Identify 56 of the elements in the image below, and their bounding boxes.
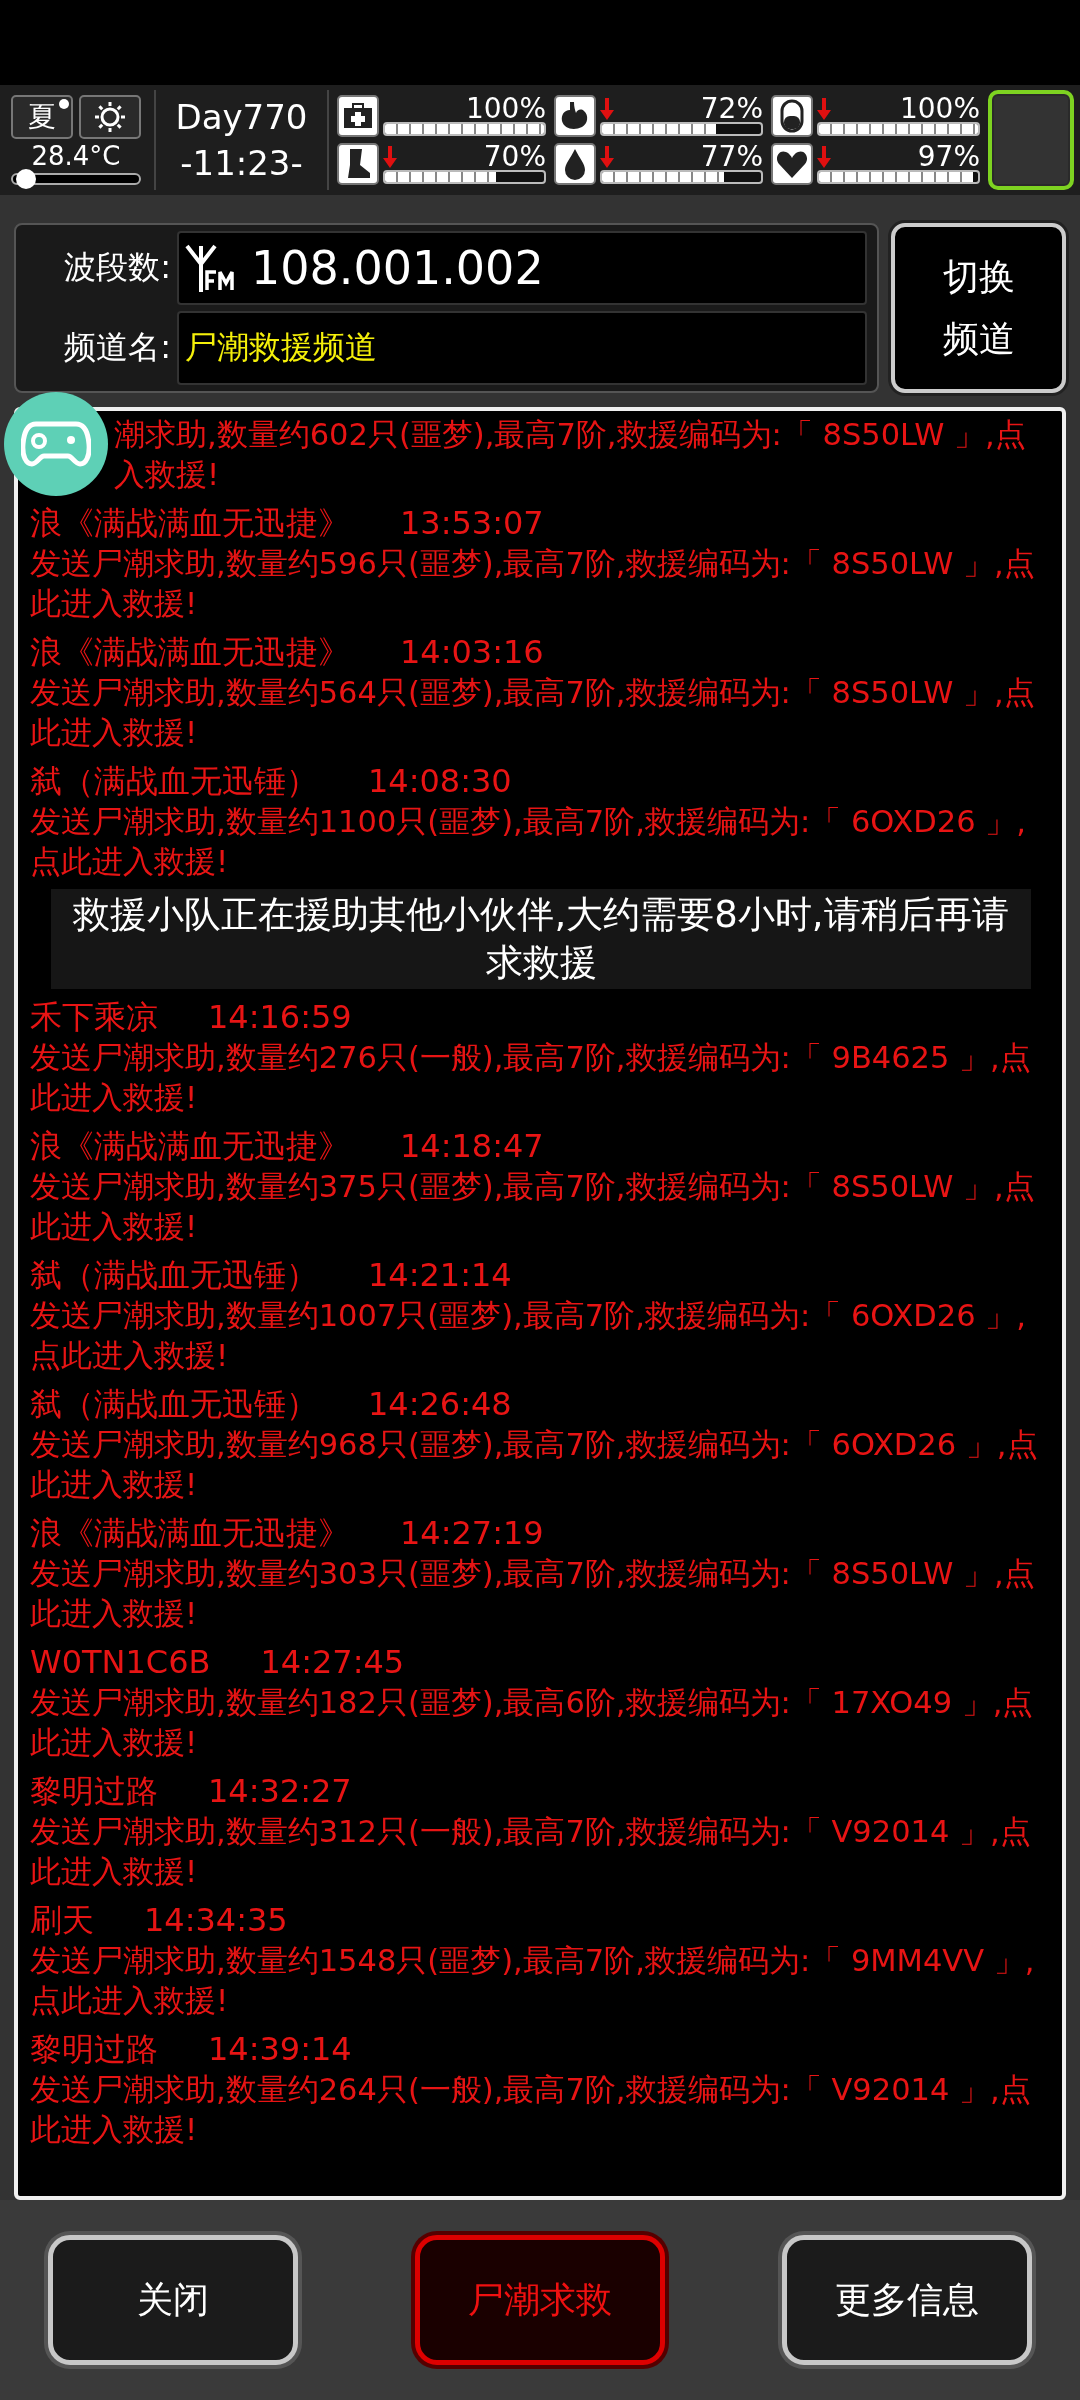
message-text[interactable]: 发送尸潮求助,数量约1100只(噩梦),最高7阶,救援编码为:「 6OXD26 」,点此进入救援! bbox=[30, 802, 1052, 882]
sender-name: 禾下乘凉 bbox=[30, 997, 158, 1038]
summer-season-icon: 夏 bbox=[11, 95, 73, 139]
sun-icon bbox=[92, 99, 128, 135]
message-text[interactable]: 发送尸潮求助,数量约1007只(噩梦),最高7阶,救援编码为:「 6OXD26 」,点此进入救援! bbox=[30, 1296, 1052, 1376]
sender-name: 浪《满战满血无迅捷》 bbox=[30, 1513, 350, 1554]
sender-name: W0TN1C6B bbox=[30, 1642, 211, 1683]
sender-name: 黎明过路 bbox=[30, 2029, 158, 2070]
message-text[interactable]: 发送尸潮求助,数量约968只(噩梦),最高7阶,救援编码为:「 6OXD26 」,点此进入救援! bbox=[30, 1425, 1052, 1505]
message-time: 14:21:14 bbox=[368, 1255, 512, 1296]
message-text[interactable]: 发送尸潮求助,数量约303只(噩梦),最高7阶,救援编码为:「 8S50LW 」,点此进入救援! bbox=[30, 1554, 1052, 1634]
clock-time: -11:23- bbox=[180, 142, 303, 185]
temperature-text: 28.4°C bbox=[31, 141, 121, 171]
stat-percent: 72% bbox=[700, 95, 763, 123]
switch-channel-button[interactable]: 切换 频道 bbox=[891, 223, 1066, 393]
sender-name: 浪《满战满血无迅捷》 bbox=[30, 632, 350, 673]
sender-name: 弑（满战血无迅锤） bbox=[30, 1255, 318, 1296]
message-text[interactable]: 发送尸潮求助,数量约375只(噩梦),最高7阶,救援编码为:「 8S50LW 」,点此进入救援! bbox=[30, 1167, 1052, 1247]
sender-name: 浪《满战满血无迅捷》 bbox=[30, 1126, 350, 1167]
message-text[interactable]: 入救援! bbox=[114, 455, 1052, 495]
message-text[interactable]: 发送尸潮求助,数量约182只(噩梦),最高6阶,救援编码为:「 17XO49 」,点此进入救援! bbox=[30, 1683, 1052, 1763]
message-time: 14:27:19 bbox=[400, 1513, 544, 1554]
message-text[interactable]: 发送尸潮求助,数量约596只(噩梦),最高7阶,救援编码为:「 8S50LW 」,点此进入救援! bbox=[30, 544, 1052, 624]
message-time: 14:03:16 bbox=[400, 632, 544, 673]
message-time: 14:32:27 bbox=[208, 1771, 352, 1812]
empty-slot[interactable] bbox=[988, 90, 1074, 190]
stat-percent: 77% bbox=[700, 143, 763, 171]
message-time: 14:26:48 bbox=[368, 1384, 512, 1425]
stat-percent: 97% bbox=[917, 143, 980, 171]
message-text[interactable]: 潮求助,数量约602只(噩梦),最高7阶,救援编码为:「 8S50LW 」,点 bbox=[114, 415, 1052, 455]
message-text[interactable]: 发送尸潮求助,数量约312只(一般),最高7阶,救援编码为:「 V92014 」,点此进入救援! bbox=[30, 1812, 1052, 1892]
message-time: 14:08:30 bbox=[368, 761, 512, 802]
channel-name: 尸潮救援频道 bbox=[185, 327, 377, 368]
sender-name: 弑（满战血无迅锤） bbox=[30, 1384, 318, 1425]
message-text[interactable]: 发送尸潮求助,数量约564只(噩梦),最高7阶,救援编码为:「 8S50LW 」,点此进入救援! bbox=[30, 673, 1052, 753]
message-time: 14:27:45 bbox=[260, 1642, 405, 1683]
message-time: 14:18:47 bbox=[400, 1126, 544, 1167]
message-text[interactable]: 发送尸潮求助,数量约1548只(噩梦),最高7阶,救援编码为:「 9MM4VV 」,点此进入救援! bbox=[30, 1941, 1052, 2021]
sender-name: 黎明过路 bbox=[30, 1771, 158, 1812]
message-time: 14:39:14 bbox=[208, 2029, 352, 2070]
message-text[interactable]: 发送尸潮求助,数量约276只(一般),最高7阶,救援编码为:「 9B4625 」,点此进入救援! bbox=[30, 1038, 1052, 1118]
message-text[interactable]: 发送尸潮求助,数量约264只(一般),最高7阶,救援编码为:「 V92014 」,点此进入救援! bbox=[30, 2070, 1052, 2150]
message-time: 14:34:35 bbox=[144, 1900, 288, 1941]
day-counter: Day770 bbox=[175, 96, 308, 139]
stat-percent: 100% bbox=[899, 95, 980, 123]
frequency-value: 108.001.002 bbox=[251, 241, 544, 295]
stat-percent: 70% bbox=[483, 143, 546, 171]
message-time: 14:16:59 bbox=[208, 997, 352, 1038]
channel-label: 频道名: bbox=[63, 327, 171, 368]
message-time: 13:53:07 bbox=[400, 503, 544, 544]
sender-name: 弑（满战血无迅锤） bbox=[30, 761, 318, 802]
stat-percent: 100% bbox=[465, 95, 546, 123]
toast-message: 救援小队正在援助其他小伙伴,大约需要8小时,请稍后再请求救援 bbox=[51, 889, 1031, 989]
sender-name: 刷天 bbox=[30, 1900, 94, 1941]
sender-name: 浪《满战满血无迅捷》 bbox=[30, 503, 350, 544]
band-label: 波段数: bbox=[63, 247, 171, 288]
